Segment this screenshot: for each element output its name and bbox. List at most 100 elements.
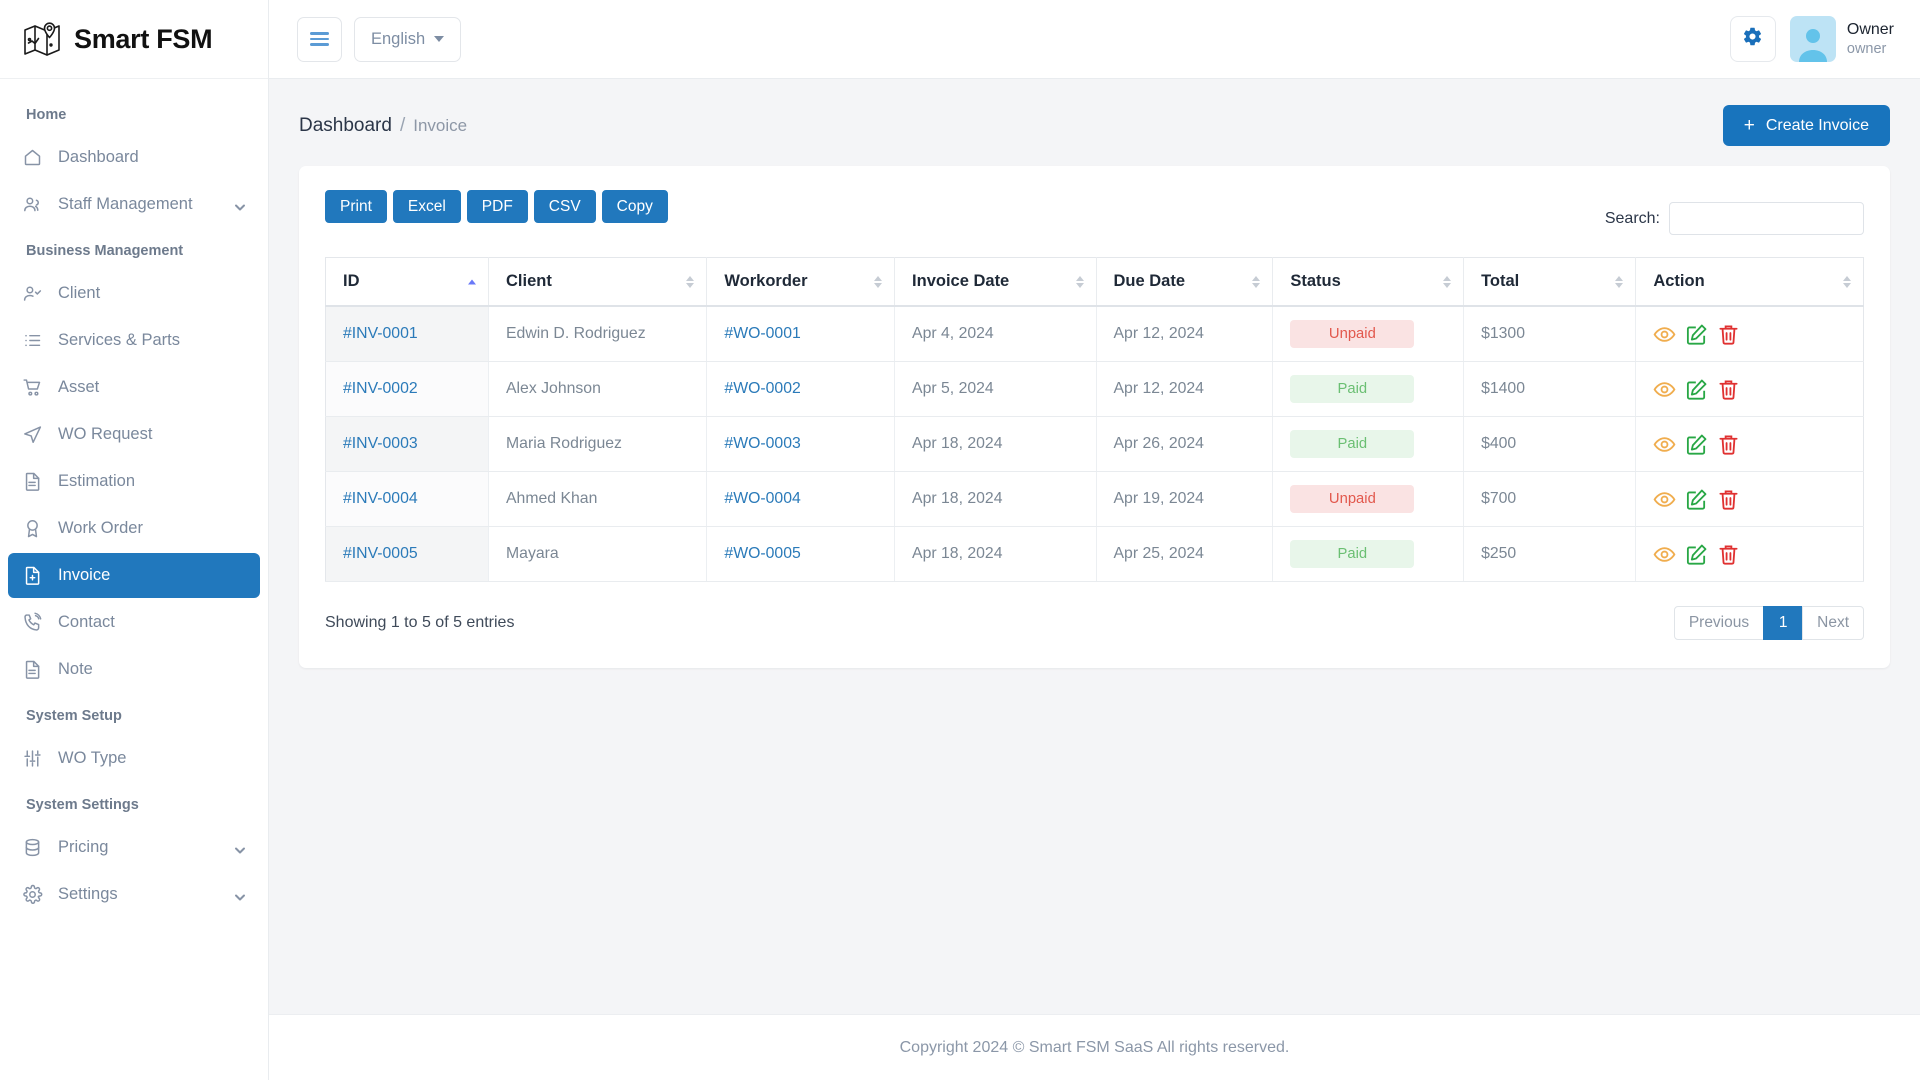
column-header-id[interactable]: ID xyxy=(325,257,490,307)
invoice-link[interactable]: #INV-0003 xyxy=(343,435,418,452)
trash-icon[interactable] xyxy=(1717,378,1740,401)
sidebar-toggle-button[interactable] xyxy=(297,16,342,62)
workorder-link[interactable]: #WO-0001 xyxy=(724,325,800,342)
chevron-down-icon xyxy=(234,842,246,854)
phone-call-icon xyxy=(22,612,43,633)
invoice-link[interactable]: #INV-0001 xyxy=(343,325,418,342)
workorder-link[interactable]: #WO-0005 xyxy=(724,545,800,562)
brand[interactable]: Smart FSM xyxy=(0,0,268,79)
hamburger-icon xyxy=(310,32,329,46)
topbar-left: English xyxy=(297,16,462,62)
cell-invoice-date: Apr 5, 2024 xyxy=(894,361,1097,417)
column-header-action[interactable]: Action xyxy=(1635,257,1864,307)
cell-invoice-date: Apr 18, 2024 xyxy=(894,471,1097,527)
eye-icon[interactable] xyxy=(1653,543,1676,566)
create-invoice-label: Create Invoice xyxy=(1765,116,1869,134)
create-invoice-button[interactable]: + Create Invoice xyxy=(1722,105,1890,146)
table-row: #INV-0001 Edwin D. Rodriguez #WO-0001 Ap… xyxy=(325,306,1864,362)
csv-button[interactable]: CSV xyxy=(533,190,596,223)
eye-icon[interactable] xyxy=(1653,378,1676,401)
cell-workorder: #WO-0001 xyxy=(706,306,896,362)
sidebar-item-staff-management[interactable]: Staff Management xyxy=(8,182,260,227)
table-row: #INV-0004 Ahmed Khan #WO-0004 Apr 18, 20… xyxy=(325,471,1864,527)
sidebar-item-contact[interactable]: Contact xyxy=(8,600,260,645)
invoice-link[interactable]: #INV-0002 xyxy=(343,380,418,397)
sidebar-item-pricing[interactable]: Pricing xyxy=(8,825,260,870)
footer-text: Copyright 2024 © Smart FSM SaaS All righ… xyxy=(899,1038,1290,1056)
workorder-link[interactable]: #WO-0002 xyxy=(724,380,800,397)
sidebar-item-label: Asset xyxy=(58,378,100,396)
cell-action xyxy=(1635,416,1864,472)
file-text-icon xyxy=(22,471,43,492)
cell-total: $1300 xyxy=(1463,306,1637,362)
breadcrumb-root[interactable]: Dashboard xyxy=(299,115,392,137)
edit-icon[interactable] xyxy=(1685,433,1708,456)
sidebar-item-label: Settings xyxy=(58,885,118,903)
workorder-link[interactable]: #WO-0004 xyxy=(724,490,800,507)
cell-status: Paid xyxy=(1272,361,1465,417)
language-label: English xyxy=(371,29,426,48)
cell-workorder: #WO-0002 xyxy=(706,361,896,417)
cell-workorder: #WO-0005 xyxy=(706,526,896,582)
trash-icon[interactable] xyxy=(1717,323,1740,346)
trash-icon[interactable] xyxy=(1717,543,1740,566)
sidebar-item-wo-type[interactable]: WO Type xyxy=(8,736,260,781)
invoice-link[interactable]: #INV-0004 xyxy=(343,490,418,507)
cell-client: Maria Rodriguez xyxy=(488,416,708,472)
pagination-page-1[interactable]: 1 xyxy=(1763,606,1804,640)
cell-client: Mayara xyxy=(488,526,708,582)
sidebar-item-dashboard[interactable]: Dashboard xyxy=(8,135,260,180)
column-header-due-date[interactable]: Due Date xyxy=(1096,257,1274,307)
edit-icon[interactable] xyxy=(1685,488,1708,511)
sidebar-item-note[interactable]: Note xyxy=(8,647,260,692)
sidebar-section-business-management: Business Management xyxy=(26,243,184,259)
edit-icon[interactable] xyxy=(1685,543,1708,566)
cell-total: $1400 xyxy=(1463,361,1637,417)
row-actions xyxy=(1653,378,1846,401)
trash-icon[interactable] xyxy=(1717,488,1740,511)
table-header-row: ID Client Workorder Invoice Date Due Dat… xyxy=(325,257,1864,307)
pdf-button[interactable]: PDF xyxy=(466,190,528,223)
sidebar-item-client[interactable]: Client xyxy=(8,271,260,316)
column-label: Due Date xyxy=(1113,272,1186,290)
sidebar-item-estimation[interactable]: Estimation xyxy=(8,459,260,504)
column-header-total[interactable]: Total xyxy=(1463,257,1637,307)
copy-button[interactable]: Copy xyxy=(601,190,668,223)
invoice-link[interactable]: #INV-0005 xyxy=(343,545,418,562)
column-header-invoice-date[interactable]: Invoice Date xyxy=(894,257,1097,307)
settings-button[interactable] xyxy=(1729,16,1776,62)
sort-icon xyxy=(1843,275,1851,288)
sidebar-section-home: Home xyxy=(26,107,67,123)
eye-icon[interactable] xyxy=(1653,323,1676,346)
sidebar-item-services-parts[interactable]: Services & Parts xyxy=(8,318,260,363)
sort-icon xyxy=(874,275,883,288)
search-input[interactable] xyxy=(1669,202,1864,235)
sidebar-item-settings[interactable]: Settings xyxy=(8,872,260,917)
sidebar-item-work-order[interactable]: Work Order xyxy=(8,506,260,551)
pagination-next[interactable]: Next xyxy=(1802,606,1864,640)
sidebar-item-invoice[interactable]: Invoice xyxy=(8,553,260,598)
eye-icon[interactable] xyxy=(1653,488,1676,511)
sidebar-item-asset[interactable]: Asset xyxy=(8,365,260,410)
cell-id: #INV-0001 xyxy=(325,306,490,362)
cell-action xyxy=(1635,306,1864,362)
column-header-client[interactable]: Client xyxy=(488,257,708,307)
pagination-previous[interactable]: Previous xyxy=(1673,606,1765,640)
user-menu[interactable]: Owner owner xyxy=(1789,16,1894,62)
workorder-link[interactable]: #WO-0003 xyxy=(724,435,800,452)
eye-icon[interactable] xyxy=(1653,433,1676,456)
cell-workorder: #WO-0004 xyxy=(706,471,896,527)
trash-icon[interactable] xyxy=(1717,433,1740,456)
map-pin-icon xyxy=(22,21,64,57)
excel-button[interactable]: Excel xyxy=(392,190,461,223)
column-header-status[interactable]: Status xyxy=(1272,257,1465,307)
edit-icon[interactable] xyxy=(1685,378,1708,401)
sidebar-item-wo-request[interactable]: WO Request xyxy=(8,412,260,457)
sidebar-item-label: Client xyxy=(58,284,101,302)
print-button[interactable]: Print xyxy=(325,190,387,223)
language-selector[interactable]: English xyxy=(354,16,462,62)
award-icon xyxy=(22,518,43,539)
edit-icon[interactable] xyxy=(1685,323,1708,346)
cell-id: #INV-0004 xyxy=(325,471,490,527)
column-header-workorder[interactable]: Workorder xyxy=(706,257,896,307)
